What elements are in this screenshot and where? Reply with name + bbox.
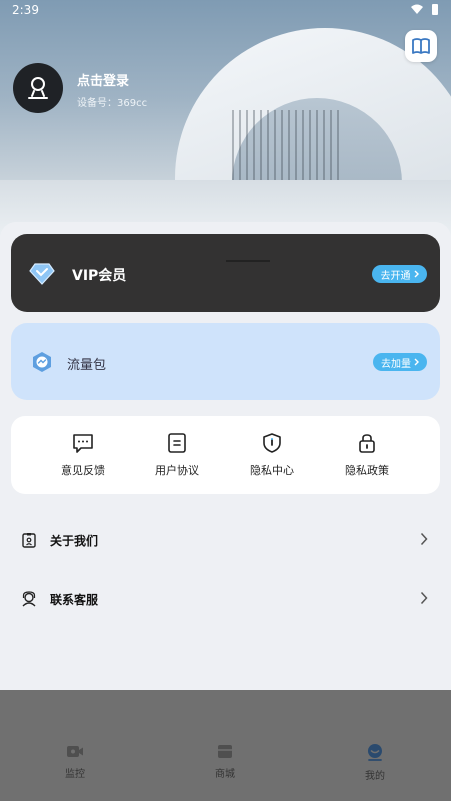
- arch-image-bars: [232, 110, 342, 190]
- chevron-right-icon: [420, 532, 428, 546]
- shortcut-label: 意见反馈: [61, 464, 105, 477]
- shield-icon: [263, 433, 281, 453]
- battery-icon: [432, 4, 438, 15]
- avatar[interactable]: [13, 63, 63, 113]
- menu-item-label: 联系客服: [50, 593, 99, 607]
- headset-icon: [22, 591, 36, 607]
- traffic-icon: [33, 352, 51, 372]
- shortcut-privacy-policy[interactable]: 隐私政策: [327, 432, 407, 478]
- shortcut-label: 隐私政策: [345, 464, 389, 477]
- device-id: 设备号：369cc: [77, 98, 148, 109]
- book-button[interactable]: [405, 30, 437, 62]
- shortcut-label: 隐私中心: [250, 464, 294, 477]
- menu-item-customer-service[interactable]: 联系客服: [0, 584, 451, 614]
- shortcut-label: 用户协议: [155, 464, 199, 477]
- diamond-icon: [29, 263, 55, 285]
- chat-bubble-icon: [73, 434, 93, 453]
- shortcut-user-agreement[interactable]: 用户协议: [137, 432, 217, 478]
- vip-card-notch: [226, 260, 270, 262]
- lock-icon: [359, 434, 375, 453]
- tab-label: 商城: [215, 769, 235, 780]
- tab-store[interactable]: 商城: [195, 743, 255, 780]
- tab-label: 我的: [365, 771, 385, 782]
- chevron-right-icon: [414, 358, 419, 366]
- tab-mine[interactable]: 我的: [345, 743, 405, 782]
- login-link[interactable]: 点击登录: [77, 70, 129, 89]
- store-icon: [218, 745, 232, 758]
- profile-icon: [368, 744, 382, 761]
- menu-item-label: 关于我们: [50, 534, 99, 548]
- wifi-icon: [411, 4, 423, 14]
- chevron-right-icon: [420, 591, 428, 605]
- book-icon: [412, 38, 430, 54]
- hero-banner: [0, 0, 451, 245]
- shortcut-privacy-center[interactable]: 隐私中心: [232, 432, 312, 478]
- status-time: 2:39: [12, 3, 39, 17]
- status-bar: 2:39: [0, 0, 451, 20]
- menu-item-about-us[interactable]: 关于我们: [0, 525, 451, 555]
- tab-label: 监控: [65, 769, 85, 780]
- badge-icon: [22, 533, 36, 548]
- vip-label: VIP会员: [72, 268, 127, 284]
- user-icon: [28, 77, 48, 99]
- vip-open-button-label: 去开通: [380, 270, 411, 282]
- document-icon: [168, 433, 186, 453]
- tab-monitor[interactable]: 监控: [45, 743, 105, 780]
- vip-open-button[interactable]: 去开通: [372, 265, 427, 283]
- traffic-add-button-label: 去加量: [381, 358, 411, 370]
- traffic-label: 流量包: [67, 358, 107, 373]
- traffic-add-button[interactable]: 去加量: [373, 353, 427, 371]
- chevron-right-icon: [414, 270, 419, 278]
- camera-icon: [67, 746, 83, 757]
- shortcut-feedback[interactable]: 意见反馈: [43, 432, 123, 478]
